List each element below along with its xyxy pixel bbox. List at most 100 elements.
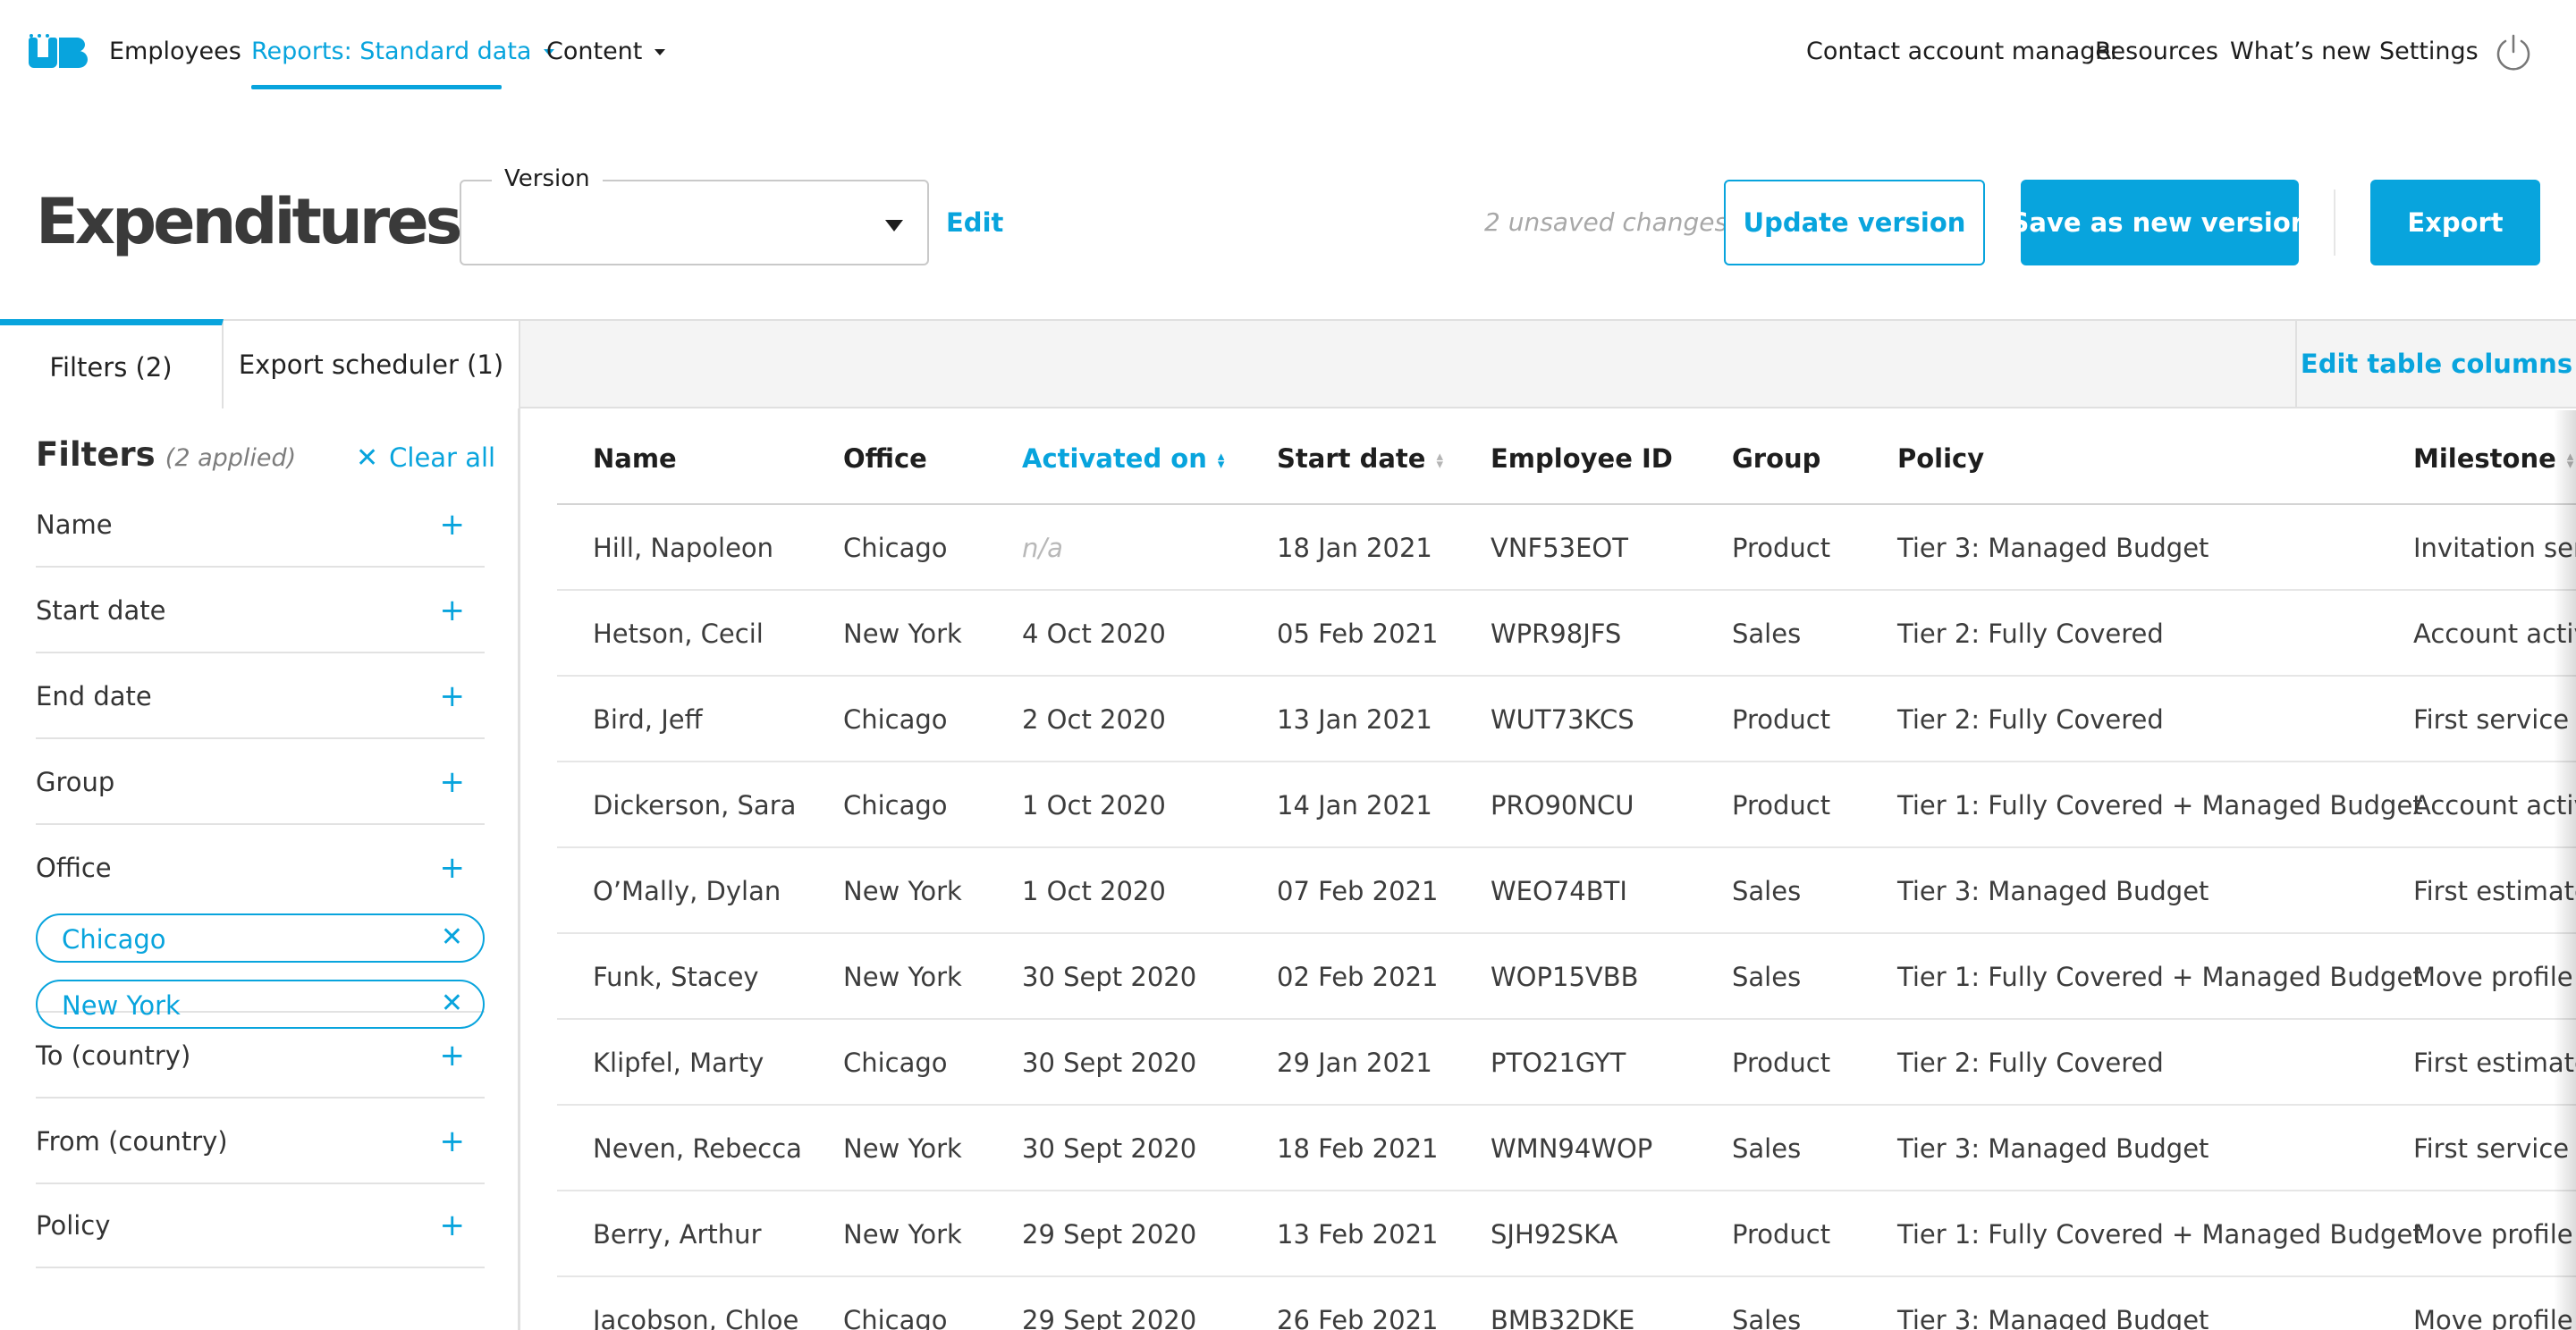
table-cell: 18 Feb 2021: [1277, 1133, 1439, 1164]
filter-from-country[interactable]: From (country) +: [36, 1099, 485, 1184]
column-header-milestone[interactable]: Milestone ▴ ▾: [2413, 441, 2576, 476]
plus-icon[interactable]: +: [440, 1125, 466, 1157]
nav-employees[interactable]: Employees: [109, 36, 241, 68]
nav-settings[interactable]: Settings: [2379, 36, 2479, 68]
table-cell: Bird, Jeff: [593, 704, 703, 735]
table-row[interactable]: Bird, Jeff Chicago 2 Oct 2020 13 Jan 2021 WU…: [557, 677, 2576, 762]
data-table: Name Office Activated on ▴ ▾ Start date ▴ ▾ …: [523, 408, 2576, 1330]
filter-start-date[interactable]: Start date +: [36, 568, 485, 653]
table-row[interactable]: Hill, Napoleon Chicago n/a 18 Jan 2021 VNF53…: [557, 505, 2576, 591]
filter-name[interactable]: Name +: [36, 482, 485, 568]
table-cell: Tier 2: Fully Covered: [1897, 704, 2164, 735]
table-cell: Move profile co: [2413, 962, 2576, 992]
table-cell: First service bo: [2413, 1133, 2576, 1164]
table-row[interactable]: Neven, Rebecca New York 30 Sept 2020 18 Feb…: [557, 1106, 2576, 1191]
version-label: Version: [492, 164, 603, 194]
column-header-office[interactable]: Office: [843, 441, 927, 476]
close-icon: ✕: [356, 442, 379, 474]
nav-resources[interactable]: Resources: [2095, 36, 2218, 68]
table-row[interactable]: Dickerson, Sara Chicago 1 Oct 2020 14 Jan 2…: [557, 762, 2576, 848]
filter-label: Group: [36, 767, 115, 797]
table-cell: First estimate r: [2413, 1048, 2576, 1078]
logo-icon[interactable]: [29, 34, 88, 72]
tab-export-scheduler[interactable]: Export scheduler (1): [224, 319, 520, 408]
plus-icon[interactable]: +: [440, 1040, 466, 1072]
table-cell: 29 Jan 2021: [1277, 1048, 1432, 1078]
table-cell: Product: [1732, 533, 1831, 563]
table-cell: 14 Jan 2021: [1277, 790, 1432, 821]
clear-all-button[interactable]: ✕ Clear all: [356, 442, 495, 474]
table-cell: 1 Oct 2020: [1022, 790, 1166, 821]
plus-icon[interactable]: +: [440, 852, 466, 884]
table-cell: Move profile co: [2413, 1305, 2576, 1330]
table-cell: Sales: [1732, 1133, 1802, 1164]
power-icon[interactable]: [2493, 32, 2534, 73]
tab-filters[interactable]: Filters (2): [0, 319, 224, 408]
table-cell: Tier 3: Managed Budget: [1897, 1305, 2209, 1330]
table-row[interactable]: Jacobson, Chloe Chicago 29 Sept 2020 26 Feb…: [557, 1277, 2576, 1330]
table-cell: WMN94WOP: [1491, 1133, 1653, 1164]
plus-icon[interactable]: +: [440, 509, 466, 541]
table-cell: Sales: [1732, 876, 1802, 906]
filters-title: Filters: [36, 435, 156, 474]
table-cell: Tier 1: Fully Covered + Managed Budget: [1897, 790, 2423, 821]
filter-to-country[interactable]: To (country) +: [36, 1013, 485, 1099]
edit-version-link[interactable]: Edit: [946, 205, 1003, 240]
table-cell: SJH92SKA: [1491, 1219, 1618, 1250]
nav-contact-account-manager[interactable]: Contact account manager: [1806, 36, 2120, 68]
table-cell: 29 Sept 2020: [1022, 1305, 1197, 1330]
table-cell: Tier 1: Fully Covered + Managed Budget: [1897, 1219, 2423, 1250]
nav-active-indicator: [251, 85, 502, 89]
table-cell: 30 Sept 2020: [1022, 1048, 1197, 1078]
table-cell: Sales: [1732, 962, 1802, 992]
filter-label: End date: [36, 681, 152, 711]
table-cell: 18 Jan 2021: [1277, 533, 1432, 563]
column-header-name[interactable]: Name: [593, 441, 677, 476]
table-row[interactable]: Hetson, Cecil New York 4 Oct 2020 05 Feb 20…: [557, 591, 2576, 677]
table-row[interactable]: Klipfel, Marty Chicago 30 Sept 2020 29 Jan …: [557, 1020, 2576, 1106]
table-cell: 29 Sept 2020: [1022, 1219, 1197, 1250]
table-cell: 4 Oct 2020: [1022, 619, 1166, 649]
table-cell: Product: [1732, 704, 1831, 735]
filter-group[interactable]: Group +: [36, 739, 485, 825]
table-cell: Tier 3: Managed Budget: [1897, 533, 2209, 563]
column-header-group[interactable]: Group: [1732, 441, 1820, 476]
plus-icon[interactable]: +: [440, 766, 466, 798]
top-nav: Employees Reports: Standard data Content…: [0, 0, 2576, 105]
table-cell: Chicago: [843, 704, 948, 735]
plus-icon[interactable]: +: [440, 594, 466, 627]
column-header-start-date[interactable]: Start date ▴ ▾: [1277, 441, 1448, 476]
plus-icon[interactable]: +: [440, 1209, 466, 1242]
table-row[interactable]: Funk, Stacey New York 30 Sept 2020 02 Feb 2…: [557, 934, 2576, 1020]
nav-whats-new[interactable]: What’s new: [2230, 36, 2371, 68]
table-cell: Dickerson, Sara: [593, 790, 797, 821]
table-cell: Account activa: [2413, 790, 2576, 821]
table-cell: Move profile co: [2413, 1219, 2576, 1250]
column-header-activated-on[interactable]: Activated on ▴ ▾: [1022, 441, 1230, 476]
column-header-label: Milestone: [2413, 443, 2556, 474]
table-cell: New York: [843, 876, 962, 906]
update-version-button[interactable]: Update version: [1724, 180, 1985, 265]
nav-reports[interactable]: Reports: Standard data: [251, 36, 555, 68]
nav-content[interactable]: Content: [546, 36, 666, 68]
filter-label: Name: [36, 509, 113, 540]
table-row[interactable]: Berry, Arthur New York 29 Sept 2020 13 Feb …: [557, 1191, 2576, 1277]
table-row[interactable]: O’Mally, Dylan New York 1 Oct 2020 07 Feb 2…: [557, 848, 2576, 934]
table-cell: 02 Feb 2021: [1277, 962, 1439, 992]
office-chip-chicago[interactable]: Chicago ✕: [36, 913, 485, 963]
column-header-employee-id[interactable]: Employee ID: [1491, 441, 1673, 476]
table-cell: Chicago: [843, 1305, 948, 1330]
export-button[interactable]: Export: [2370, 180, 2540, 265]
table-cell: First service bo: [2413, 704, 2576, 735]
table-cell: First estimate r: [2413, 876, 2576, 906]
table-cell: PRO90NCU: [1491, 790, 1634, 821]
filter-policy[interactable]: Policy +: [36, 1183, 485, 1268]
edit-table-columns-button[interactable]: Edit table columns: [2295, 321, 2576, 407]
plus-icon[interactable]: +: [440, 680, 466, 712]
column-header-policy[interactable]: Policy: [1897, 441, 1984, 476]
save-as-new-version-button[interactable]: Save as new version: [2011, 180, 2309, 265]
filter-end-date[interactable]: End date +: [36, 653, 485, 739]
close-icon[interactable]: ✕: [441, 922, 463, 953]
filters-heading: Filters (2 applied): [36, 435, 296, 481]
table-cell: WUT73KCS: [1491, 704, 1634, 735]
